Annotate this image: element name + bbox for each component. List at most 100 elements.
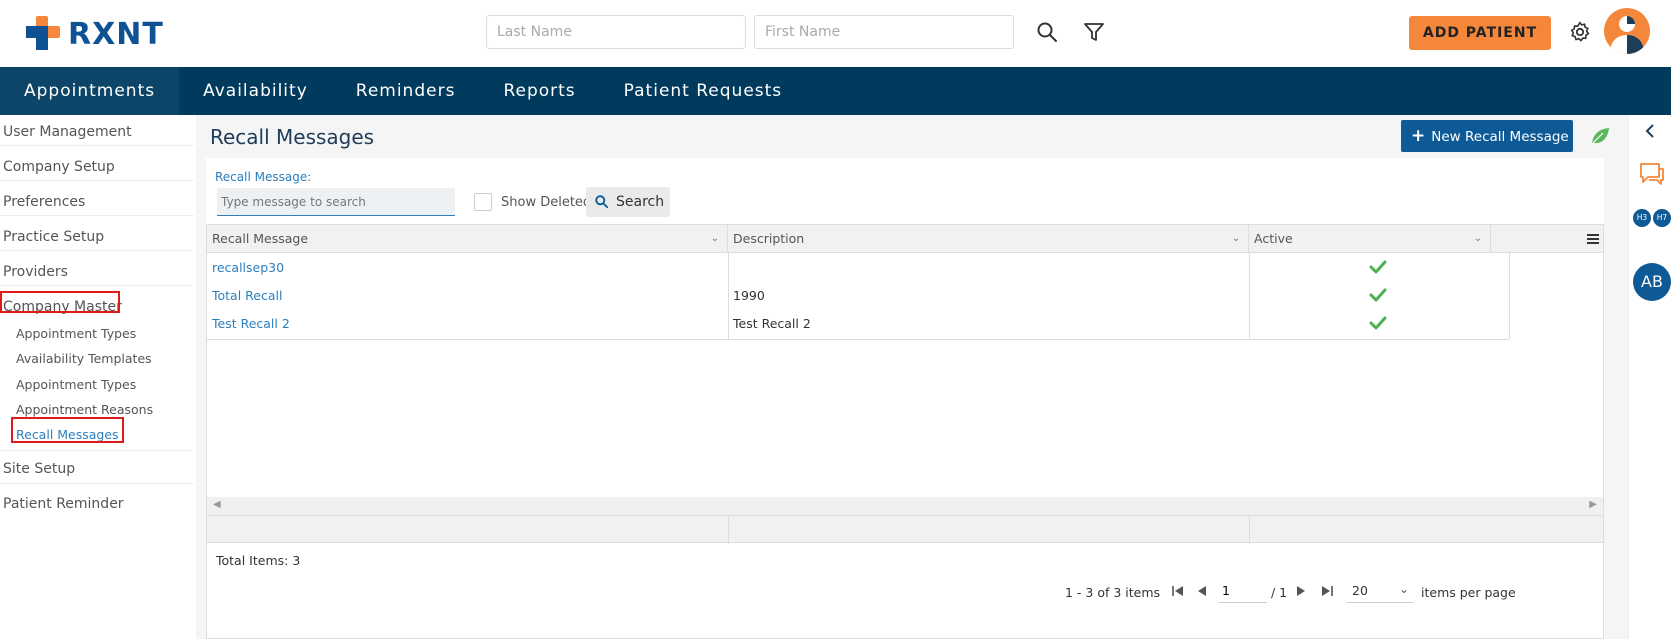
user-avatar[interactable] [1604, 8, 1650, 54]
sidebar-item-practice-setup[interactable]: Practice Setup [3, 229, 199, 245]
rxnt-logo[interactable]: RXNT [24, 14, 164, 54]
sidebar-subitem-appointment-reasons[interactable]: Appointment Reasons [16, 402, 212, 417]
sidebar: User Management Company Setup Preference… [0, 115, 196, 639]
sidebar-divider [0, 145, 194, 146]
nav-patient-requests[interactable]: Patient Requests [600, 67, 807, 115]
main-content: Recall Messages + New Recall Message Reca… [196, 115, 1628, 639]
chevron-down-icon[interactable]: ⌄ [1474, 225, 1482, 253]
total-items: Total Items: 3 [216, 553, 301, 568]
show-deleted-label: Show Deleted [501, 195, 592, 210]
sidebar-divider [0, 215, 194, 216]
right-rail: H3 H7 AB [1628, 115, 1671, 639]
column-divider [1249, 516, 1250, 544]
column-header-label: Recall Message [212, 231, 309, 246]
page-number-input[interactable] [1219, 579, 1267, 603]
column-header-recall-message[interactable]: Recall Message ⌄ [207, 225, 728, 253]
last-name-input[interactable] [486, 15, 746, 49]
user-silhouette-icon [1610, 16, 1644, 54]
description-cell [728, 254, 733, 282]
recall-message-search-input[interactable] [217, 188, 455, 216]
table-row[interactable]: Test Recall 2 Test Recall 2 [207, 310, 1603, 338]
sidebar-subitem-appointment-types-2[interactable]: Appointment Types [16, 377, 212, 392]
plus-icon: + [1411, 126, 1426, 146]
recall-messages-panel: Recall Message: Show Deleted Search Reca… [206, 158, 1604, 639]
table-row[interactable]: recallsep30 [207, 254, 1603, 282]
filter-label: Recall Message: [215, 170, 312, 184]
company-master-highlight [0, 291, 120, 313]
horizontal-scrollbar[interactable]: ◀ ▶ [207, 497, 1603, 515]
pager-range: 1 - 3 of 3 items [1065, 585, 1161, 600]
chevron-down-icon: ⌄ [1398, 582, 1409, 596]
active-check-icon [1369, 260, 1387, 274]
first-name-input[interactable] [754, 15, 1014, 49]
sidebar-subitem-availability-templates[interactable]: Availability Templates [16, 351, 212, 366]
add-patient-button[interactable]: ADD PATIENT [1409, 16, 1551, 50]
column-menu-icon[interactable] [1583, 227, 1603, 251]
sidebar-divider [0, 483, 194, 484]
next-page-icon[interactable] [1292, 581, 1310, 601]
scroll-right-icon[interactable]: ▶ [1589, 499, 1597, 510]
cross-logo-icon [26, 16, 60, 50]
sidebar-item-providers[interactable]: Providers [3, 264, 199, 280]
sidebar-item-preferences[interactable]: Preferences [3, 194, 199, 210]
badge-h7[interactable]: H7 [1653, 209, 1671, 227]
sidebar-item-user-management[interactable]: User Management [3, 124, 199, 140]
new-recall-message-label: New Recall Message [1431, 129, 1569, 145]
nav-reports[interactable]: Reports [479, 67, 599, 115]
user-initials-avatar[interactable]: AB [1633, 263, 1671, 301]
grid-header: Recall Message ⌄ Description ⌄ Active ⌄ [207, 225, 1603, 253]
recall-message-cell[interactable]: Test Recall 2 [207, 310, 290, 338]
show-deleted-checkbox[interactable] [474, 193, 492, 211]
column-header-description[interactable]: Description ⌄ [728, 225, 1249, 253]
active-check-icon [1369, 288, 1387, 302]
per-page-value: 20 [1352, 583, 1368, 598]
search-icon[interactable] [1035, 20, 1059, 44]
search-button-label: Search [616, 194, 665, 210]
first-page-icon[interactable] [1169, 581, 1187, 601]
gear-icon[interactable] [1568, 20, 1592, 44]
recall-messages-grid: Recall Message ⌄ Description ⌄ Active ⌄ [206, 224, 1604, 639]
column-header-label: Description [733, 231, 805, 246]
items-per-page-select[interactable]: 20 ⌄ [1347, 579, 1413, 603]
recall-message-cell[interactable]: recallsep30 [207, 254, 284, 282]
nav-reminders[interactable]: Reminders [332, 67, 480, 115]
description-cell: Test Recall 2 [733, 316, 811, 331]
leaf-icon[interactable] [1589, 125, 1611, 147]
column-header-active[interactable]: Active ⌄ [1249, 225, 1491, 253]
chat-icon[interactable] [1637, 161, 1665, 187]
sidebar-subitem-appointment-types[interactable]: Appointment Types [16, 326, 212, 341]
search-button[interactable]: Search [586, 187, 670, 217]
filter-icon[interactable] [1082, 20, 1106, 44]
new-recall-message-button[interactable]: + New Recall Message [1401, 120, 1573, 152]
rows-bottom-border [207, 339, 1509, 340]
recall-messages-highlight [11, 417, 124, 443]
nav-appointments[interactable]: Appointments [0, 67, 180, 115]
page-title: Recall Messages [210, 125, 375, 149]
description-cell: 1990 [733, 288, 765, 303]
items-per-page-label: items per page [1421, 585, 1516, 600]
sidebar-item-site-setup[interactable]: Site Setup [3, 461, 199, 477]
column-header-label: Active [1254, 231, 1293, 246]
app-header: RXNT ADD PATIENT [0, 0, 1671, 67]
column-divider [728, 516, 729, 544]
sidebar-item-patient-reminder[interactable]: Patient Reminder [3, 496, 199, 512]
brand-name: RXNT [68, 17, 164, 52]
last-page-icon[interactable] [1318, 581, 1336, 601]
sidebar-divider [0, 450, 194, 451]
recall-message-cell[interactable]: Total Recall [207, 282, 282, 310]
sidebar-divider [0, 285, 194, 286]
sidebar-item-company-setup[interactable]: Company Setup [3, 159, 199, 175]
chevron-down-icon[interactable]: ⌄ [1232, 225, 1240, 253]
prev-page-icon[interactable] [1193, 581, 1211, 601]
active-check-icon [1369, 316, 1387, 330]
chevron-down-icon[interactable]: ⌄ [711, 225, 719, 253]
search-icon [595, 195, 609, 209]
sidebar-divider [0, 250, 194, 251]
table-row[interactable]: Total Recall 1990 [207, 282, 1603, 310]
main-nav: Appointments Availability Reminders Repo… [0, 67, 1671, 115]
nav-availability[interactable]: Availability [179, 67, 332, 115]
sidebar-divider [0, 180, 194, 181]
chevron-left-icon[interactable] [1643, 123, 1657, 139]
badge-h3[interactable]: H3 [1633, 209, 1651, 227]
scroll-left-icon[interactable]: ◀ [213, 499, 221, 510]
